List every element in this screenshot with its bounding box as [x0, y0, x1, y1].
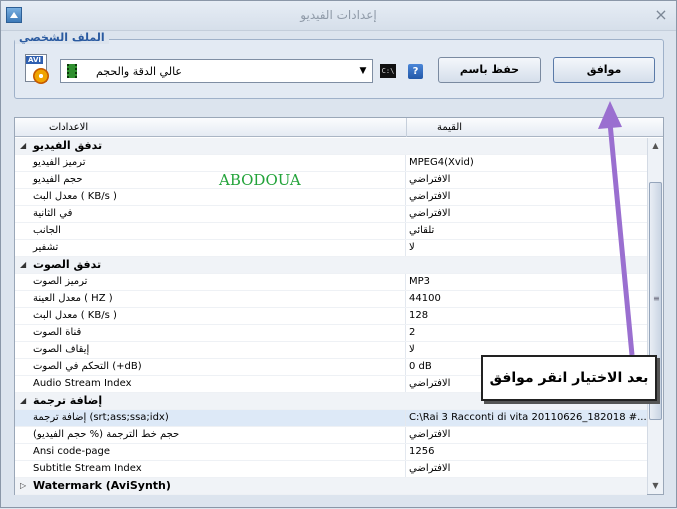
category-label: Watermark (AviSynth): [33, 479, 171, 492]
category-row[interactable]: ◢ تدفق الصوت: [15, 257, 647, 274]
save-as-button[interactable]: حفظ باسم: [438, 57, 541, 83]
setting-name: التحكم في الصوت (+dB): [33, 359, 406, 375]
film-icon: [67, 64, 77, 78]
setting-value[interactable]: تلقائي: [409, 223, 647, 239]
setting-name: تشفير: [33, 240, 406, 256]
setting-name: إضافة ترجمة (srt;ass;ssa;idx): [33, 410, 406, 426]
header-settings[interactable]: الاعدادات: [15, 118, 407, 137]
table-row[interactable]: في الثانية الافتراضي: [15, 206, 647, 223]
disc-icon: [33, 68, 49, 84]
vertical-scrollbar[interactable]: ▲ ≡ ▼: [647, 138, 663, 494]
profile-legend: الملف الشخصي: [15, 31, 109, 44]
table-row[interactable]: إضافة ترجمة (srt;ass;ssa;idx) C:\Rai 3 Ra…: [15, 410, 647, 427]
expand-icon[interactable]: ◢: [20, 257, 26, 273]
setting-name: معدل البث ( KB/s ): [33, 189, 406, 205]
setting-name: Audio Stream Index: [33, 376, 406, 392]
grid-rows: ◢ تدفق الفيديو ترميز الفيديو MPEG4(Xvid) حجم…: [15, 138, 647, 495]
table-row[interactable]: حجم الفيديو الافتراضي: [15, 172, 647, 189]
ok-button[interactable]: موافق: [553, 57, 655, 83]
setting-name: الجانب: [33, 223, 406, 239]
setting-name: Ansi code-page: [33, 444, 406, 460]
window-title: إعدادات الفيديو: [300, 8, 377, 22]
help-icon[interactable]: ?: [408, 64, 423, 79]
grid-header: الاعدادات القيمة: [15, 118, 663, 137]
settings-grid: الاعدادات القيمة ◢ تدفق الفيديو ترميز الفي…: [14, 117, 664, 495]
table-row[interactable]: معدل البث ( KB/s ) 128: [15, 308, 647, 325]
scroll-up-icon[interactable]: ▲: [648, 138, 663, 154]
table-row[interactable]: حجم خط الترجمة (% حجم الفيديو) الافتراضي: [15, 427, 647, 444]
watermark-text: ABODOUA: [219, 171, 301, 189]
close-button[interactable]: ×: [652, 6, 670, 24]
expand-icon[interactable]: ◢: [20, 393, 26, 409]
instruction-callout: بعد الاختيار انقر موافق: [481, 355, 657, 401]
command-prompt-icon[interactable]: C:\: [380, 64, 396, 78]
setting-name: ترميز الصوت: [33, 274, 406, 290]
table-row[interactable]: تشفير لا: [15, 240, 647, 257]
avi-icon-label: AVI: [26, 56, 43, 64]
table-row[interactable]: Subtitle Stream Index الافتراضي: [15, 461, 647, 478]
category-label: تدفق الصوت: [33, 258, 102, 271]
setting-value[interactable]: الافتراضي: [409, 427, 647, 443]
title-bar[interactable]: إعدادات الفيديو ×: [1, 1, 676, 31]
setting-value[interactable]: MPEG4(Xvid): [409, 155, 647, 171]
setting-value[interactable]: الافتراضي: [409, 172, 647, 188]
setting-value[interactable]: الافتراضي: [409, 206, 647, 222]
table-row[interactable]: Ansi code-page 1256: [15, 444, 647, 461]
setting-value[interactable]: C:\Rai 3 Racconti di vita 20110626_18201…: [409, 410, 647, 426]
setting-value[interactable]: الافتراضي: [409, 189, 647, 205]
setting-name: حجم خط الترجمة (% حجم الفيديو): [33, 427, 406, 443]
avi-file-icon: AVI: [25, 54, 51, 86]
profile-group: الملف الشخصي AVI عالي الدقة والحجم ▼ C:\…: [14, 31, 664, 99]
category-label: إضافة ترجمة: [33, 394, 103, 407]
category-row[interactable]: ◢ تدفق الفيديو: [15, 138, 647, 155]
expand-icon[interactable]: ◢: [20, 138, 26, 154]
setting-name: ترميز الفيديو: [33, 155, 406, 171]
video-settings-window: إعدادات الفيديو × الملف الشخصي AVI عالي …: [0, 0, 677, 508]
setting-value[interactable]: 2: [409, 325, 647, 341]
profile-selected-value: عالي الدقة والحجم: [95, 65, 182, 78]
table-row[interactable]: قناة الصوت 2: [15, 325, 647, 342]
expand-icon[interactable]: ▷: [20, 478, 26, 494]
table-row[interactable]: معدل البث ( KB/s ) الافتراضي: [15, 189, 647, 206]
chevron-down-icon[interactable]: ▼: [357, 65, 369, 77]
setting-name: قناة الصوت: [33, 325, 406, 341]
category-label: تدفق الفيديو: [33, 139, 103, 152]
grip-icon: ≡: [653, 294, 660, 303]
setting-name: إيقاف الصوت: [33, 342, 406, 358]
table-row[interactable]: ترميز الفيديو MPEG4(Xvid): [15, 155, 647, 172]
table-row[interactable]: ترميز الصوت MP3: [15, 274, 647, 291]
table-row[interactable]: الجانب تلقائي: [15, 223, 647, 240]
setting-value[interactable]: 44100: [409, 291, 647, 307]
category-row[interactable]: ▷ Watermark (AviSynth): [15, 478, 647, 495]
setting-value[interactable]: الافتراضي: [409, 461, 647, 477]
scroll-down-icon[interactable]: ▼: [648, 478, 663, 494]
setting-value[interactable]: 128: [409, 308, 647, 324]
setting-name: معدل البث ( KB/s ): [33, 308, 406, 324]
setting-value[interactable]: 1256: [409, 444, 647, 460]
setting-name: معدل العينة ( HZ ): [33, 291, 406, 307]
profile-dropdown[interactable]: عالي الدقة والحجم ▼: [60, 59, 373, 83]
setting-value[interactable]: لا: [409, 240, 647, 256]
table-row[interactable]: معدل العينة ( HZ ) 44100: [15, 291, 647, 308]
setting-value[interactable]: MP3: [409, 274, 647, 290]
setting-name: في الثانية: [33, 206, 406, 222]
setting-name: Subtitle Stream Index: [33, 461, 406, 477]
header-value[interactable]: القيمة: [407, 118, 647, 137]
